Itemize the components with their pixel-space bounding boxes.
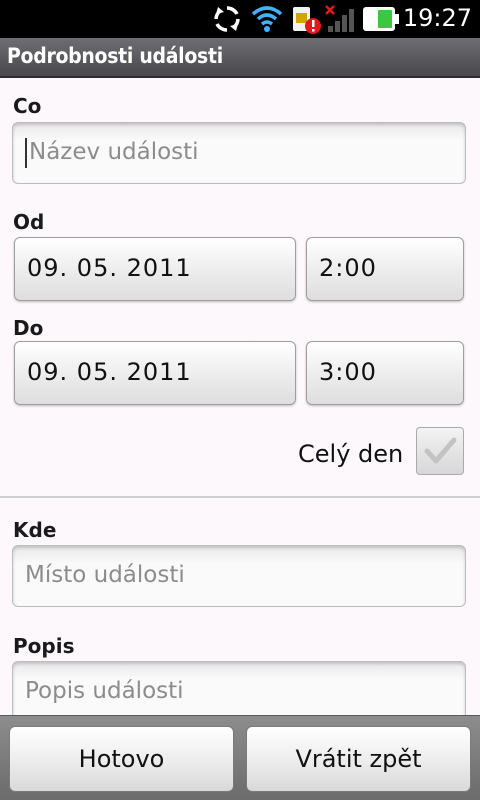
event-name-placeholder: Název události: [29, 139, 199, 165]
from-date-button[interactable]: 09. 05. 2011: [14, 237, 296, 301]
event-location-placeholder: Místo události: [25, 562, 185, 588]
signal-icon: [325, 5, 354, 32]
to-time-button[interactable]: 3:00: [306, 341, 464, 405]
done-button-label: Hotovo: [78, 745, 165, 773]
from-time-button[interactable]: 2:00: [306, 237, 464, 301]
all-day-label: Celý den: [298, 440, 404, 468]
revert-button[interactable]: Vrátit zpět: [246, 726, 471, 792]
to-label: Do: [13, 316, 44, 340]
bottom-action-bar: Hotovo Vrátit zpět: [0, 715, 480, 800]
title-bar: Podrobnosti události: [0, 38, 480, 78]
event-name-input[interactable]: Název události: [12, 122, 466, 184]
to-time-value: 3:00: [319, 358, 377, 386]
all-day-checkbox[interactable]: [416, 427, 464, 475]
sync-icon: [214, 6, 240, 32]
status-bar: 19:27: [0, 0, 480, 38]
wifi-icon: [251, 6, 283, 32]
checkmark-icon: [424, 437, 457, 464]
clock: 19:27: [402, 4, 472, 32]
event-location-input[interactable]: Místo události: [12, 545, 466, 607]
what-label: Co: [13, 94, 42, 118]
battery-icon: [363, 7, 399, 31]
from-date-value: 09. 05. 2011: [27, 254, 192, 282]
to-date-value: 09. 05. 2011: [27, 358, 192, 386]
where-label: Kde: [13, 518, 57, 542]
description-label: Popis: [13, 634, 75, 658]
text-caret: [25, 138, 27, 168]
sim-alert-icon: [293, 7, 321, 34]
from-label: Od: [13, 210, 45, 234]
from-time-value: 2:00: [319, 254, 377, 282]
event-description-input[interactable]: Popis události: [12, 661, 466, 723]
revert-button-label: Vrátit zpět: [295, 745, 422, 773]
page-title: Podrobnosti události: [7, 44, 223, 68]
done-button[interactable]: Hotovo: [9, 726, 234, 792]
event-description-placeholder: Popis události: [25, 678, 184, 704]
section-divider: [0, 496, 480, 498]
to-date-button[interactable]: 09. 05. 2011: [14, 341, 296, 405]
